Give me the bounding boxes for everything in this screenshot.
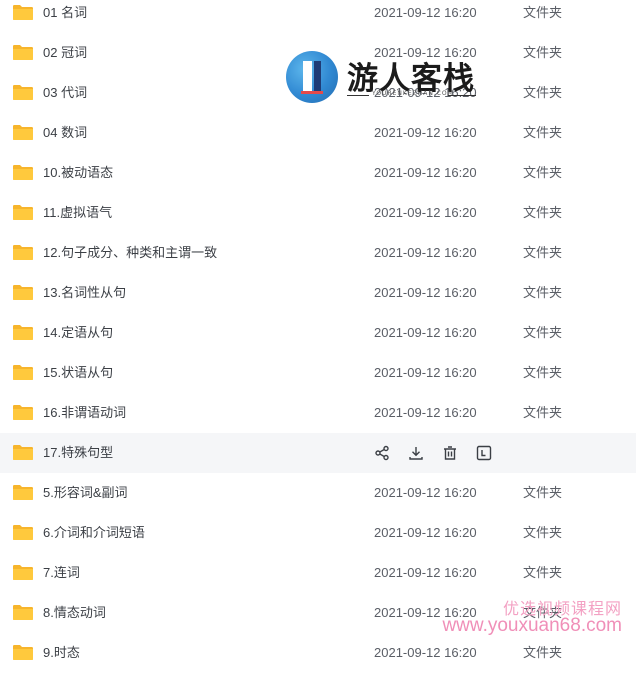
file-name[interactable]: 04 数词 (43, 113, 87, 153)
file-date: 2021-09-12 16:20 (374, 645, 477, 660)
row-actions (372, 443, 508, 463)
file-name[interactable]: 12.句子成分、种类和主谓一致 (43, 233, 217, 273)
folder-icon (12, 484, 34, 501)
file-date: 2021-09-12 16:20 (374, 5, 477, 20)
file-name[interactable]: 8.情态动词 (43, 593, 106, 633)
file-row[interactable]: 12.句子成分、种类和主谓一致 2021-09-12 16:20 文件夹 (0, 233, 636, 273)
file-row[interactable]: 14.定语从句 2021-09-12 16:20 文件夹 (0, 313, 636, 353)
file-type: 文件夹 (523, 485, 563, 500)
file-name[interactable]: 17.特殊句型 (43, 433, 113, 473)
file-date: 2021-09-12 16:20 (374, 485, 477, 500)
file-type: 文件夹 (523, 205, 563, 220)
file-name[interactable]: 10.被动语态 (43, 153, 113, 193)
file-row[interactable]: 01 名词 2021-09-12 16:20 文件夹 (0, 0, 636, 33)
file-name[interactable]: 5.形容词&副词 (43, 473, 128, 513)
file-type: 文件夹 (523, 285, 563, 300)
watermark-logo: 游人客栈 YOURENKEZHAN.COM (286, 51, 486, 107)
file-row[interactable]: 16.非谓语动词 2021-09-12 16:20 文件夹 (0, 393, 636, 433)
file-row[interactable]: 5.形容词&副词 2021-09-12 16:20 文件夹 (0, 473, 636, 513)
file-date: 2021-09-12 16:20 (374, 245, 477, 260)
folder-icon (12, 644, 34, 661)
file-name[interactable]: 14.定语从句 (43, 313, 113, 353)
folder-icon (12, 164, 34, 181)
file-type: 文件夹 (523, 525, 563, 540)
file-type: 文件夹 (523, 325, 563, 340)
logo-divider (347, 95, 369, 96)
share-icon[interactable] (372, 443, 392, 463)
file-row[interactable]: 04 数词 2021-09-12 16:20 文件夹 (0, 113, 636, 153)
file-type: 文件夹 (523, 365, 563, 380)
file-row[interactable]: 7.连词 2021-09-12 16:20 文件夹 (0, 553, 636, 593)
delete-icon[interactable] (440, 443, 460, 463)
file-name[interactable]: 6.介词和介词短语 (43, 513, 145, 553)
file-type: 文件夹 (523, 5, 563, 20)
logo-divider (448, 95, 476, 96)
logo-subtitle: YOURENKEZHAN.COM (372, 90, 454, 97)
watermark-site-url: www.youxuan68.com (442, 615, 622, 636)
file-date: 2021-09-12 16:20 (374, 325, 477, 340)
file-row[interactable]: 6.介词和介词短语 2021-09-12 16:20 文件夹 (0, 513, 636, 553)
file-name[interactable]: 11.虚拟语气 (43, 193, 112, 233)
folder-icon (12, 564, 34, 581)
download-icon[interactable] (406, 443, 426, 463)
folder-icon (12, 444, 34, 461)
folder-icon (12, 4, 34, 21)
file-type: 文件夹 (523, 405, 563, 420)
file-type: 文件夹 (523, 645, 563, 660)
folder-icon (12, 324, 34, 341)
folder-icon (12, 364, 34, 381)
folder-icon (12, 524, 34, 541)
file-name[interactable]: 02 冠词 (43, 33, 87, 73)
file-row[interactable]: 13.名词性从句 2021-09-12 16:20 文件夹 (0, 273, 636, 313)
file-date: 2021-09-12 16:20 (374, 565, 477, 580)
file-name[interactable]: 15.状语从句 (43, 353, 113, 393)
file-row[interactable]: 15.状语从句 2021-09-12 16:20 文件夹 (0, 353, 636, 393)
file-name[interactable]: 9.时态 (43, 633, 80, 673)
file-type: 文件夹 (523, 165, 563, 180)
folder-icon (12, 244, 34, 261)
file-date: 2021-09-12 16:20 (374, 285, 477, 300)
file-date: 2021-09-12 16:20 (374, 125, 477, 140)
logo-emblem-icon (286, 51, 338, 103)
file-type: 文件夹 (523, 85, 563, 100)
folder-icon (12, 44, 34, 61)
file-name[interactable]: 16.非谓语动词 (43, 393, 126, 433)
folder-icon (12, 604, 34, 621)
file-name[interactable]: 13.名词性从句 (43, 273, 126, 313)
folder-icon (12, 404, 34, 421)
file-date: 2021-09-12 16:20 (374, 525, 477, 540)
folder-icon (12, 204, 34, 221)
more-icon[interactable] (474, 443, 494, 463)
file-date: 2021-09-12 16:20 (374, 405, 477, 420)
file-type: 文件夹 (523, 565, 563, 580)
file-row[interactable]: 11.虚拟语气 2021-09-12 16:20 文件夹 (0, 193, 636, 233)
file-date: 2021-09-12 16:20 (374, 365, 477, 380)
file-row[interactable]: 10.被动语态 2021-09-12 16:20 文件夹 (0, 153, 636, 193)
file-date: 2021-09-12 16:20 (374, 165, 477, 180)
file-name[interactable]: 7.连词 (43, 553, 80, 593)
file-name[interactable]: 01 名词 (43, 0, 87, 33)
file-type: 文件夹 (523, 245, 563, 260)
file-type: 文件夹 (523, 125, 563, 140)
file-row[interactable]: 9.时态 2021-09-12 16:20 文件夹 (0, 633, 636, 673)
file-name[interactable]: 03 代词 (43, 73, 87, 113)
folder-icon (12, 124, 34, 141)
folder-icon (12, 84, 34, 101)
file-date: 2021-09-12 16:20 (374, 205, 477, 220)
folder-icon (12, 284, 34, 301)
file-type: 文件夹 (523, 45, 563, 60)
file-row[interactable]: 17.特殊句型 (0, 433, 636, 473)
